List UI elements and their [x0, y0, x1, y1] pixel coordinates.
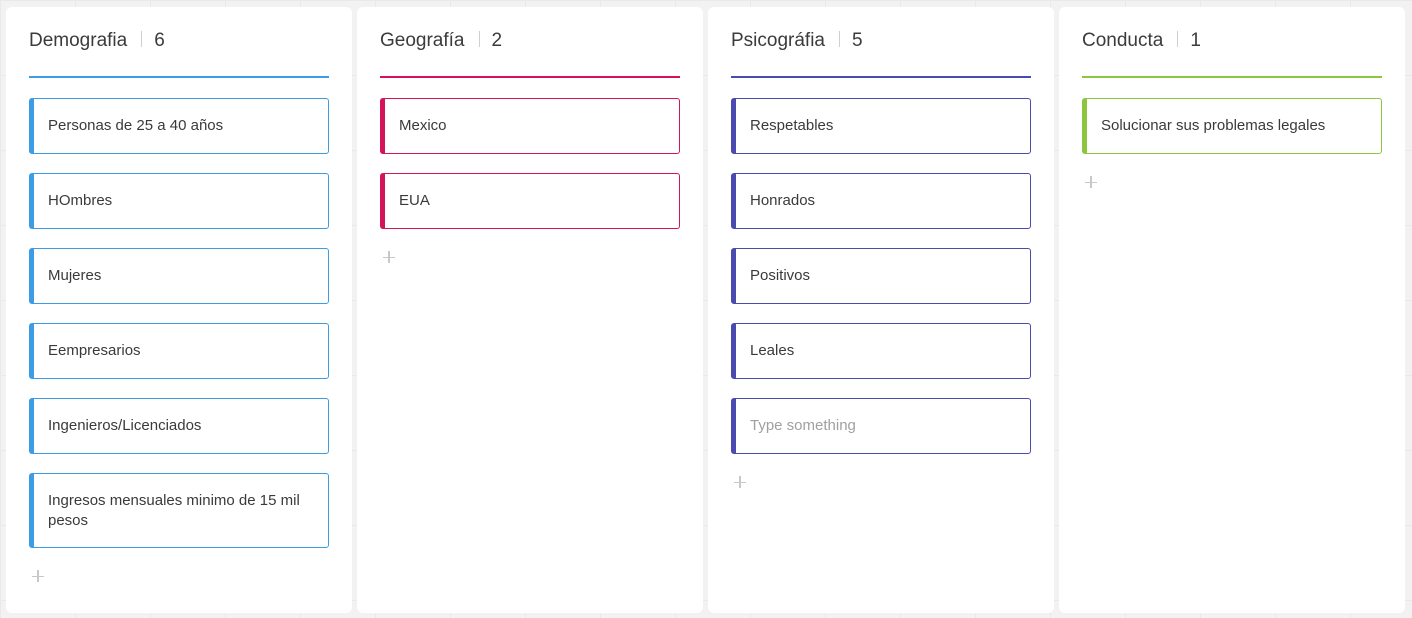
- new-card-input[interactable]: Type something: [731, 398, 1031, 454]
- add-card-plus-icon[interactable]: [733, 475, 747, 489]
- column-header: Demografia 6: [29, 7, 329, 78]
- card[interactable]: Honrados: [731, 173, 1031, 229]
- add-card-plus-icon[interactable]: [382, 250, 396, 264]
- card[interactable]: Solucionar sus problemas legales: [1082, 98, 1382, 154]
- card[interactable]: EUA: [380, 173, 680, 229]
- card[interactable]: Positivos: [731, 248, 1031, 304]
- column-card-count: 2: [491, 30, 503, 51]
- add-card-plus-icon[interactable]: [1084, 175, 1098, 189]
- card[interactable]: Personas de 25 a 40 años: [29, 98, 329, 154]
- column-conducta: Conducta 1 Solucionar sus problemas legal…: [1059, 7, 1405, 613]
- column-title[interactable]: Demografia: [29, 30, 127, 51]
- column-card-count: 5: [852, 30, 863, 51]
- column-header: Conducta 1: [1082, 7, 1382, 78]
- card[interactable]: Respetables: [731, 98, 1031, 154]
- card[interactable]: Mexico: [380, 98, 680, 154]
- column-geografia: Geografía 2 Mexico EUA: [357, 7, 703, 613]
- column-card-count: 1: [1190, 30, 1201, 51]
- column-divider: [141, 31, 143, 47]
- column-title[interactable]: Psicográfia: [731, 30, 825, 51]
- card[interactable]: Leales: [731, 323, 1031, 379]
- column-card-count: 6: [154, 30, 165, 51]
- column-divider: [839, 31, 840, 47]
- card[interactable]: Ingenieros/Licenciados: [29, 398, 329, 454]
- card[interactable]: Eempresarios: [29, 323, 329, 379]
- column-title[interactable]: Conducta: [1082, 30, 1163, 51]
- add-card-plus-icon[interactable]: [31, 569, 45, 583]
- card[interactable]: HOmbres: [29, 173, 329, 229]
- column-header: Psicográfia 5: [731, 7, 1031, 78]
- column-title-row: Demografia 6: [29, 29, 165, 53]
- column-divider: [1177, 31, 1179, 47]
- column-title-row: Conducta 1: [1082, 29, 1201, 53]
- kanban-board: Demografia 6 Personas de 25 a 40 años HOm…: [0, 0, 1412, 618]
- column-header: Geografía 2: [380, 7, 680, 78]
- column-title-row: Psicográfia 5: [731, 29, 863, 53]
- column-title-row: Geografía 2: [380, 29, 502, 53]
- card[interactable]: Ingresos mensuales minimo de 15 mil peso…: [29, 473, 329, 548]
- column-title[interactable]: Geografía: [380, 30, 465, 51]
- card[interactable]: Mujeres: [29, 248, 329, 304]
- column-psicografia: Psicográfia 5 Respetables Honrados Positi…: [708, 7, 1054, 613]
- column-demografia: Demografia 6 Personas de 25 a 40 años HOm…: [6, 7, 352, 613]
- column-divider: [478, 31, 480, 47]
